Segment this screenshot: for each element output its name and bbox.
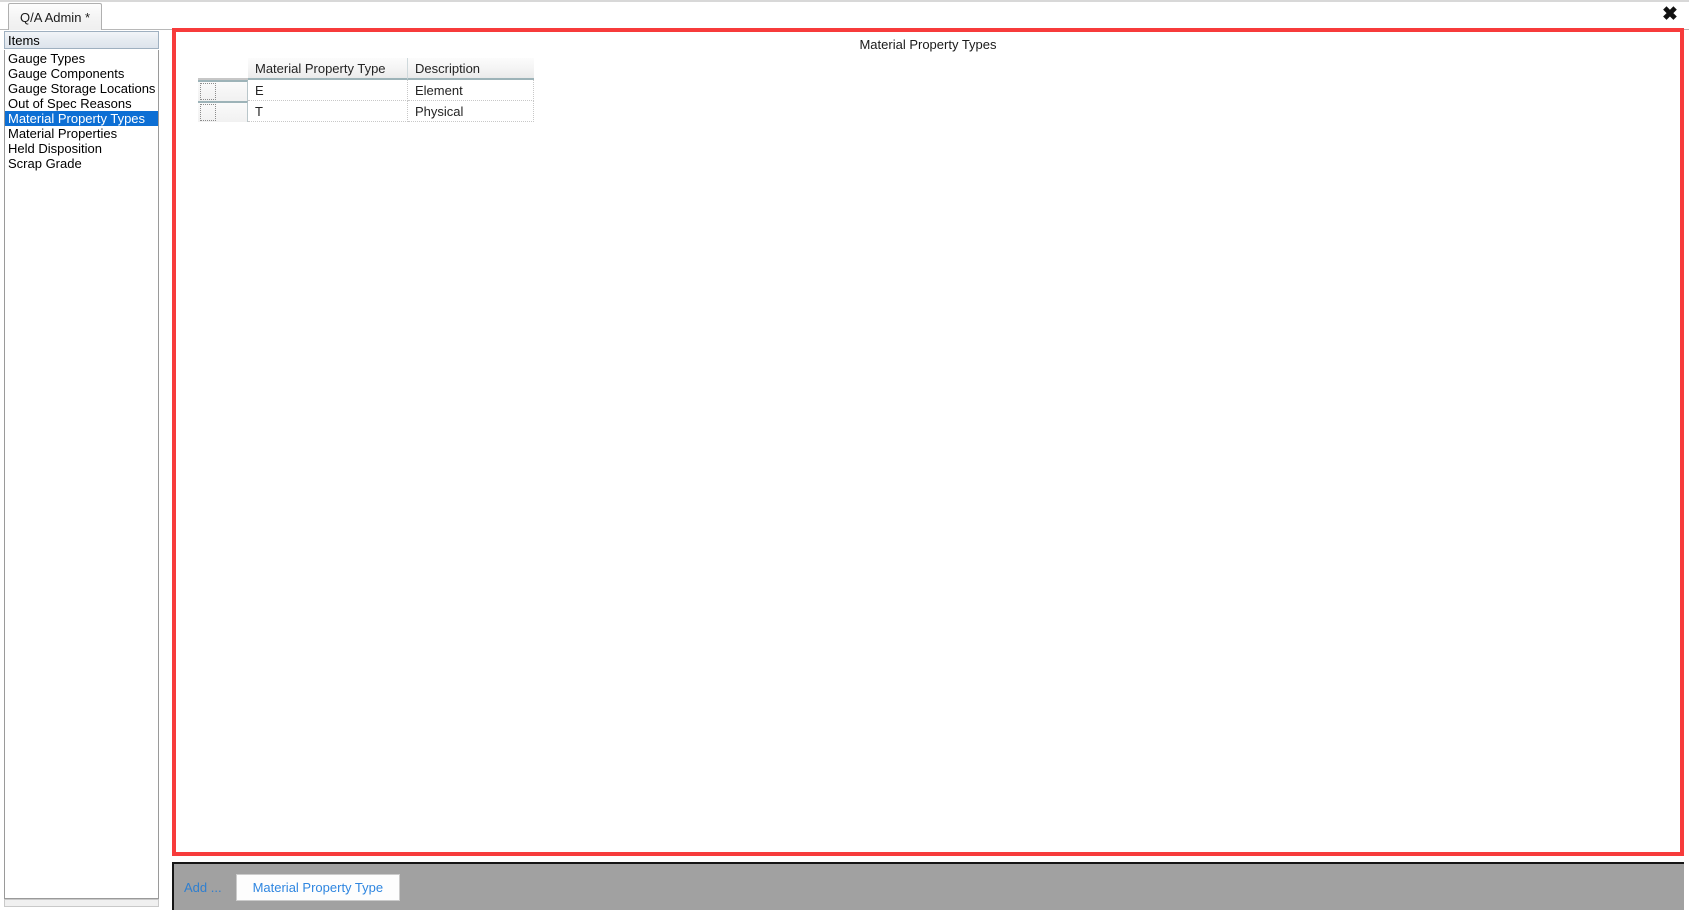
grid-header-row: Material Property Type Description bbox=[198, 58, 534, 80]
tab-strip-top-edge bbox=[0, 0, 1689, 2]
sidebar-item-gauge-storage-locations[interactable]: Gauge Storage Locations bbox=[5, 81, 158, 96]
tab-qa-admin[interactable]: Q/A Admin * bbox=[8, 3, 103, 30]
sidebar-header-label: Items bbox=[8, 32, 40, 48]
tab-strip: Q/A Admin * ✖ bbox=[0, 0, 1689, 30]
close-icon[interactable]: ✖ bbox=[1658, 2, 1682, 26]
cell-material-property-type[interactable]: E bbox=[248, 80, 408, 101]
grid-header-rowselector bbox=[198, 58, 248, 80]
grid-header-label: Material Property Type bbox=[255, 60, 386, 76]
sidebar-item-label: Material Properties bbox=[8, 126, 118, 141]
grid-header-label: Description bbox=[415, 60, 481, 76]
sidebar-item-label: Material Property Types bbox=[8, 111, 146, 126]
row-selector[interactable] bbox=[198, 80, 248, 101]
cell-value: E bbox=[255, 82, 264, 98]
add-material-property-type-button[interactable]: Material Property Type bbox=[235, 873, 401, 901]
row-focus-indicator bbox=[200, 83, 216, 100]
sidebar-item-material-property-types[interactable]: Material Property Types bbox=[5, 111, 158, 126]
sidebar-item-label: Held Disposition bbox=[8, 141, 102, 156]
row-selector[interactable] bbox=[198, 101, 248, 122]
page-title: Material Property Types bbox=[859, 37, 997, 52]
sidebar-item-label: Gauge Components bbox=[8, 66, 125, 81]
sidebar-header: Items bbox=[4, 31, 159, 49]
grid-header-material-property-type[interactable]: Material Property Type bbox=[248, 58, 408, 80]
table-row[interactable]: E Element bbox=[198, 80, 534, 101]
sidebar-item-label: Gauge Storage Locations bbox=[8, 81, 156, 96]
row-focus-indicator bbox=[200, 104, 216, 121]
content-inner: Material Property Types Material Propert… bbox=[176, 32, 1680, 852]
add-button-label: Material Property Type bbox=[252, 879, 384, 895]
footer-toolbar: Add ... Material Property Type bbox=[172, 862, 1684, 910]
sidebar-item-label: Gauge Types bbox=[8, 51, 86, 66]
sidebar-item-material-properties[interactable]: Material Properties bbox=[5, 126, 158, 141]
sidebar-list[interactable]: Gauge Types Gauge Components Gauge Stora… bbox=[4, 50, 159, 899]
content-panel: Material Property Types Material Propert… bbox=[172, 28, 1684, 856]
sidebar-item-scrap-grade[interactable]: Scrap Grade bbox=[5, 156, 158, 171]
cell-material-property-type[interactable]: T bbox=[248, 101, 408, 122]
sidebar-item-label: Scrap Grade bbox=[8, 156, 82, 171]
tab-label: Q/A Admin * bbox=[20, 9, 91, 25]
cell-description[interactable]: Physical bbox=[408, 101, 534, 122]
material-property-types-grid[interactable]: Material Property Type Description E Ele… bbox=[198, 58, 534, 122]
grid-header-description[interactable]: Description bbox=[408, 58, 534, 80]
cell-description[interactable]: Element bbox=[408, 80, 534, 101]
sidebar-item-gauge-types[interactable]: Gauge Types bbox=[5, 51, 158, 66]
table-row[interactable]: T Physical bbox=[198, 101, 534, 122]
sidebar: Items Gauge Types Gauge Components Gauge… bbox=[3, 31, 161, 907]
add-label: Add ... bbox=[184, 879, 222, 895]
sidebar-horizontal-scrollbar[interactable] bbox=[4, 899, 159, 907]
cell-value: T bbox=[255, 103, 263, 119]
sidebar-item-held-disposition[interactable]: Held Disposition bbox=[5, 141, 158, 156]
sidebar-item-out-of-spec-reasons[interactable]: Out of Spec Reasons bbox=[5, 96, 158, 111]
application-window: Q/A Admin * ✖ Items Gauge Types Gauge Co… bbox=[0, 0, 1689, 914]
sidebar-item-label: Out of Spec Reasons bbox=[8, 96, 132, 111]
close-glyph: ✖ bbox=[1662, 3, 1678, 25]
sidebar-item-gauge-components[interactable]: Gauge Components bbox=[5, 66, 158, 81]
cell-value: Element bbox=[415, 82, 463, 98]
cell-value: Physical bbox=[415, 103, 464, 119]
